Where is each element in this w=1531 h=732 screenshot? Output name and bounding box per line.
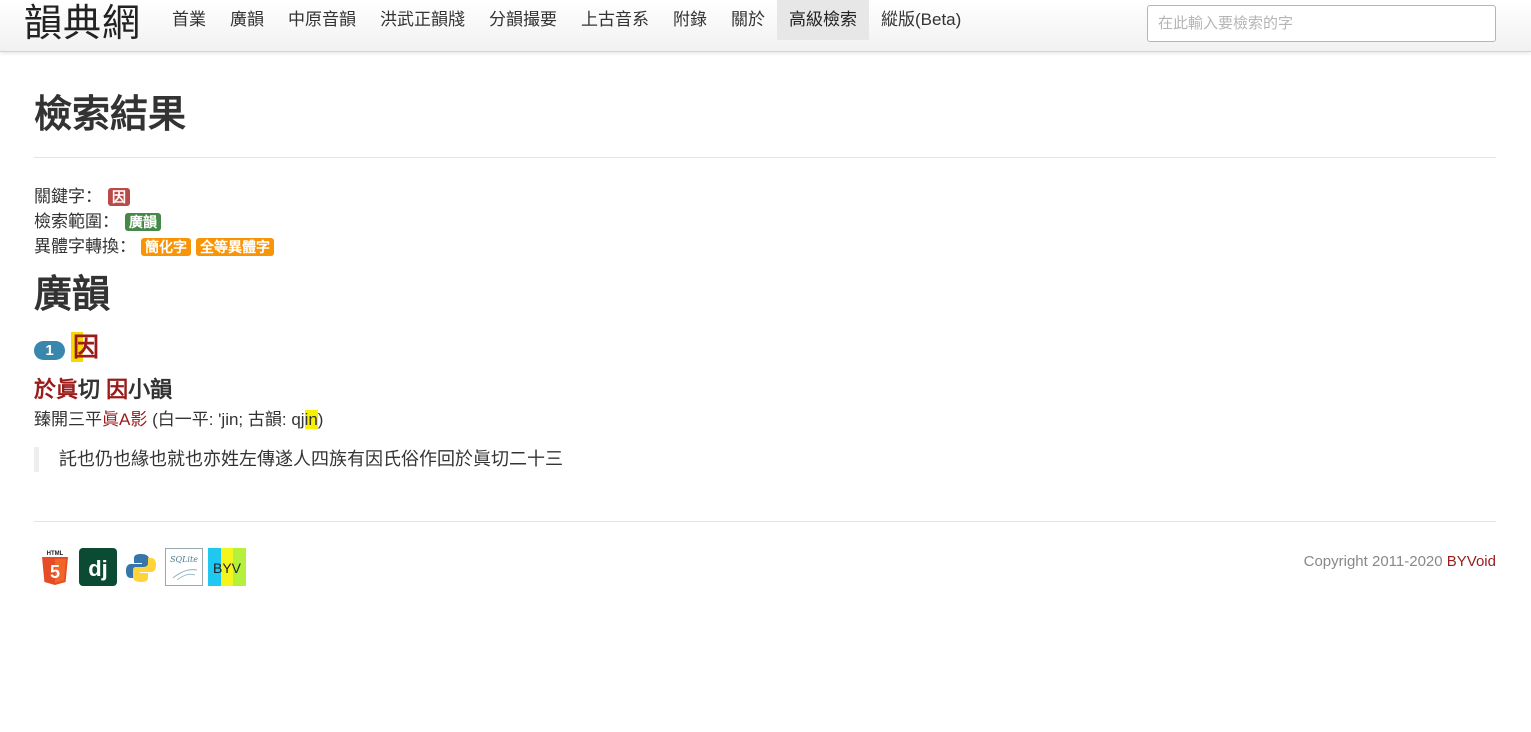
nav-item-home[interactable]: 首業 <box>160 0 218 40</box>
entry-character[interactable]: 因 <box>71 332 102 362</box>
django-icon[interactable]: dj <box>79 548 117 586</box>
nav-item-vertical-beta[interactable]: 縱版(Beta) <box>869 0 973 40</box>
small-rhyme-char[interactable]: 因 <box>106 377 128 402</box>
search-input[interactable] <box>1147 5 1496 42</box>
byv-icon[interactable]: BYV <box>208 548 246 586</box>
python-icon[interactable] <box>122 548 160 586</box>
copyright: Copyright 2011-2020 BYVoid <box>1304 552 1496 572</box>
section-title: 廣韻 <box>34 274 111 316</box>
detail-close: ) <box>317 410 324 429</box>
detail-romanization: (白一平: 'jin; 古韻: qj <box>147 410 305 429</box>
entry-number-badge: 1 <box>34 340 65 360</box>
divider <box>34 157 1496 158</box>
django-icon-text: dj <box>88 556 108 581</box>
svg-text:5: 5 <box>50 562 60 582</box>
tech-icons: HTML 5 dj SQLite BYV <box>36 548 251 586</box>
footer-divider <box>34 521 1496 522</box>
html5-icon[interactable]: HTML 5 <box>36 548 74 586</box>
nav-item-hongwu[interactable]: 洪武正韻牋 <box>368 0 477 40</box>
definition-quote: 託也仍也緣也就也亦姓左傳遂人四族有因氏俗作回於眞切二十三 <box>34 447 563 472</box>
keyword-label: 關鍵字： <box>34 187 102 206</box>
phonology-detail: 臻開三平眞A影 (白一平: 'jin; 古韻: qjin) <box>34 408 323 432</box>
fanqie-qie: 切 <box>78 377 101 402</box>
html5-icon-text: HTML <box>47 551 64 557</box>
nav-item-fenyun[interactable]: 分韻撮要 <box>477 0 569 40</box>
nav-item-shanggu[interactable]: 上古音系 <box>569 0 661 40</box>
variant-row: 異體字轉換： 簡化字 全等異體字 <box>34 234 274 259</box>
scope-row: 檢索範圍： 廣韻 <box>34 209 274 234</box>
main-nav: 首業 廣韻 中原音韻 洪武正韻牋 分韻撮要 上古音系 附錄 關於 高級檢索 縱版… <box>160 0 973 40</box>
variant-badge-equivalent: 全等異體字 <box>196 237 274 256</box>
nav-item-guangyun[interactable]: 廣韻 <box>218 0 276 40</box>
variant-badge-simplified: 簡化字 <box>141 237 191 256</box>
detail-highlight: in <box>304 410 318 429</box>
scope-label: 檢索範圍： <box>34 212 119 231</box>
variant-label: 異體字轉換： <box>34 237 136 256</box>
copyright-text: Copyright 2011-2020 <box>1303 553 1447 570</box>
small-rhyme-label: 小韻 <box>128 377 173 402</box>
page-title: 檢索結果 <box>34 94 187 136</box>
byv-icon-text: BYV <box>213 560 242 576</box>
detail-prefix: 臻開三平 <box>34 410 102 429</box>
nav-item-zhongyuan[interactable]: 中原音韻 <box>276 0 368 40</box>
keyword-row: 關鍵字： 因 <box>34 184 274 209</box>
site-brand[interactable]: 韻典網 <box>24 0 141 46</box>
fanqie-line: 於眞切 因小韻 <box>34 376 172 404</box>
nav-item-about[interactable]: 關於 <box>719 0 777 40</box>
byvoid-link[interactable]: BYVoid <box>1447 553 1496 570</box>
scope-badge: 廣韻 <box>125 212 161 231</box>
search-meta: 關鍵字： 因 檢索範圍： 廣韻 異體字轉換： 簡化字 全等異體字 <box>34 184 274 259</box>
keyword-badge: 因 <box>108 187 130 206</box>
sqlite-icon[interactable]: SQLite <box>165 548 203 586</box>
fanqie-chars[interactable]: 於眞 <box>34 377 78 402</box>
top-navbar: 韻典網 首業 廣韻 中原音韻 洪武正韻牋 分韻撮要 上古音系 附錄 關於 高級檢… <box>0 0 1531 52</box>
detail-rhyme-link[interactable]: 眞A影 <box>102 410 147 429</box>
nav-item-advanced-search[interactable]: 高級檢索 <box>777 0 869 40</box>
sqlite-icon-text: SQLite <box>170 555 198 564</box>
nav-item-appendix[interactable]: 附錄 <box>661 0 719 40</box>
entry-heading: 1 因 <box>34 332 102 362</box>
